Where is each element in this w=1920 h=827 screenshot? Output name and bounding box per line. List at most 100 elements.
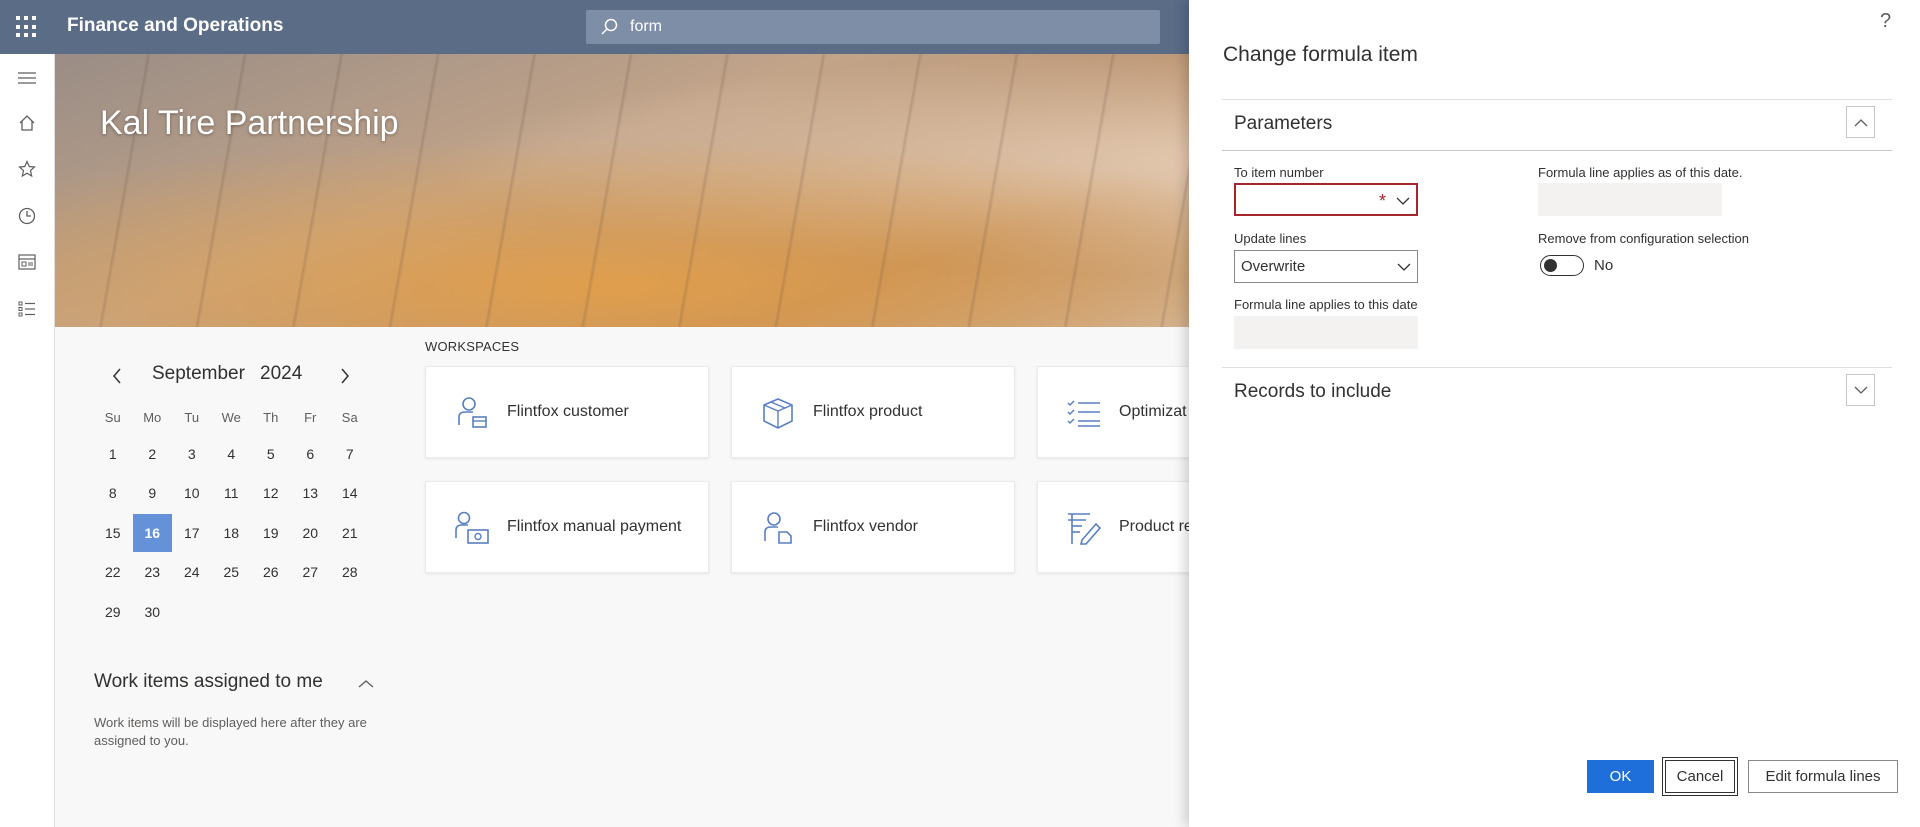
calendar-day[interactable]: 4 [212,435,252,473]
calendar-day[interactable]: 1 [93,435,133,473]
hamburger-icon[interactable] [15,66,39,90]
calendar-next-month-button[interactable] [333,364,357,388]
work-items-collapse-button[interactable] [354,672,378,696]
calendar-day-selected[interactable]: 16 [132,513,172,552]
calendar-day[interactable]: 5 [251,435,291,473]
left-navigation [0,54,55,827]
calendar-day[interactable]: 13 [291,474,331,512]
tile-label: Flintfox customer [507,403,629,420]
calendar-week: 22 23 24 25 26 27 28 [93,553,373,593]
weekday-label: Sa [341,409,358,425]
search-input[interactable] [630,10,1130,44]
chevron-left-icon [113,368,121,384]
weekday-label: Th [263,409,279,425]
calendar-day[interactable]: 9 [133,474,173,512]
records-expand-button[interactable] [1846,374,1875,406]
calendar-day[interactable]: 10 [172,474,212,512]
product-release-icon [1068,513,1102,545]
calendar-day[interactable]: 20 [291,514,331,552]
calendar-day[interactable]: 28 [330,553,370,591]
applies-to-date-input[interactable] [1234,316,1374,349]
calendar-day[interactable]: 18 [212,514,252,552]
app-launcher-icon[interactable] [16,16,38,38]
workspace-tile-flintfox-customer[interactable]: Flintfox customer [425,366,709,458]
calendar-day[interactable]: 26 [251,553,291,591]
calendar-day[interactable]: 15 [93,514,133,552]
calendar-month[interactable]: September [152,363,245,385]
remove-config-value: No [1594,257,1614,274]
workspace-tile-flintfox-manual-payment[interactable]: Flintfox manual payment [425,481,709,573]
required-indicator: * [1378,191,1386,211]
chevron-down-icon[interactable] [1397,260,1411,274]
calendar-day[interactable]: 8 [93,474,133,512]
calendar-week: 8 9 10 11 12 13 14 [93,474,373,514]
calendar-day[interactable]: 30 [133,593,173,631]
weekday-label: Mo [143,409,162,425]
edit-formula-lines-button[interactable]: Edit formula lines [1748,760,1898,793]
calendar-day[interactable]: 17 [172,514,212,552]
to-item-number-input[interactable] [1236,185,1376,214]
calendar-day[interactable]: 19 [251,514,291,552]
tile-label: Flintfox vendor [813,518,918,535]
workspace-tile-flintfox-product[interactable]: Flintfox product [731,366,1015,458]
chevron-right-icon [341,368,349,384]
calendar-weekday-header: Su Mo Tu We Th Fr Sa [93,400,373,434]
help-icon[interactable]: ? [1880,10,1891,33]
applies-from-date-field[interactable] [1538,183,1722,216]
to-item-number-field[interactable]: * [1234,183,1418,216]
workspaces-heading: WORKSPACES [425,339,520,354]
workspace-tile-flintfox-vendor[interactable]: Flintfox vendor [731,481,1015,573]
weekday-label: Fr [304,409,317,425]
applies-from-date-input[interactable] [1538,183,1678,216]
chevron-up-icon [1854,118,1867,126]
calendar-day[interactable]: 29 [93,593,133,631]
parameters-section-title[interactable]: Parameters [1234,113,1332,135]
ok-button[interactable]: OK [1587,760,1654,793]
weekday-label: We [221,409,241,425]
weekday-label: Su [104,409,121,425]
update-lines-label: Update lines [1234,231,1307,246]
calendar-day[interactable]: 27 [291,553,331,591]
tile-label: Flintfox product [813,403,923,420]
calendar-day[interactable]: 11 [212,474,252,512]
update-lines-select[interactable] [1234,250,1418,283]
applies-to-date-field[interactable] [1234,316,1418,349]
chevron-up-icon [358,680,374,688]
list-icon[interactable] [15,297,39,321]
calendar-day[interactable]: 6 [291,435,331,473]
checklist-icon [1067,400,1100,427]
calendar-day[interactable]: 21 [330,514,370,552]
chevron-down-icon[interactable] [1396,194,1410,208]
app-title[interactable]: Finance and Operations [67,15,283,37]
calendar-prev-month-button[interactable] [105,364,129,388]
calendar-grid: Su Mo Tu We Th Fr Sa 1 2 3 4 5 6 7 8 9 1… [93,400,373,632]
calendar-day[interactable]: 12 [251,474,291,512]
search-icon [601,18,618,35]
calendar-day[interactable]: 24 [172,553,212,591]
calendar-year[interactable]: 2024 [260,363,302,385]
calendar-week: 1 2 3 4 5 6 7 [93,434,373,474]
update-lines-value[interactable] [1235,251,1375,282]
calendar-day[interactable]: 25 [212,553,252,591]
clock-icon[interactable] [15,204,39,228]
calendar-day[interactable]: 22 [93,553,133,591]
cancel-button[interactable]: Cancel [1662,757,1738,796]
records-section-title[interactable]: Records to include [1234,381,1391,403]
weekday-label: Tu [184,409,200,425]
parameters-collapse-button[interactable] [1846,106,1875,138]
work-items-description: Work items will be displayed here after … [94,715,367,748]
workspace-icon[interactable] [15,250,39,274]
star-icon[interactable] [15,157,39,181]
to-item-number-label: To item number [1234,165,1324,180]
toggle-knob [1544,259,1557,272]
calendar-day[interactable]: 14 [330,474,370,512]
search-box[interactable] [586,10,1160,44]
calendar-day[interactable]: 7 [330,435,370,473]
calendar-day[interactable]: 2 [133,435,173,473]
home-icon[interactable] [15,111,39,135]
calendar-day[interactable]: 23 [133,553,173,591]
calendar-day[interactable]: 3 [172,435,212,473]
dialog-title: Change formula item [1223,43,1418,66]
applies-to-date-label: Formula line applies to this date [1234,297,1418,312]
remove-config-toggle[interactable] [1540,255,1584,276]
